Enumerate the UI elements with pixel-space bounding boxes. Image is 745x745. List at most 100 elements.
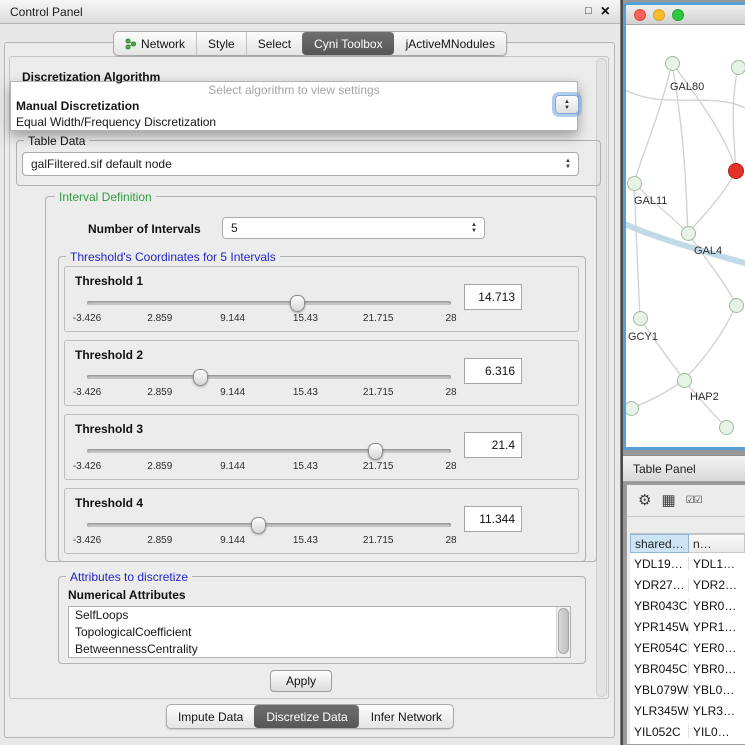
table-cell[interactable]: YPR1… xyxy=(689,620,745,634)
threshold-3-scale: -3.426 2.859 9.144 15.43 21.715 28 xyxy=(87,461,451,473)
table-row[interactable]: YLR345W YLR3… xyxy=(630,700,745,721)
table-toolbar: ⚙ ▦ ☑☑ xyxy=(627,485,745,517)
network-node[interactable] xyxy=(627,176,642,191)
columns-icon[interactable]: ▦ xyxy=(661,493,675,508)
threshold-4-value-field[interactable]: 11.344 xyxy=(464,506,522,532)
slider-thumb[interactable] xyxy=(251,517,266,534)
numerical-attributes-list[interactable]: SelfLoops TopologicalCoefficient Between… xyxy=(68,606,571,658)
network-canvas[interactable]: GAL80 GAL11 GAL4 GCY1 HAP2 xyxy=(626,25,745,447)
apply-button[interactable]: Apply xyxy=(270,670,332,692)
table-cell[interactable]: YIL0… xyxy=(689,725,745,739)
threshold-2-panel: Threshold 2 -3.426 2.859 9.144 15.43 21.… xyxy=(64,340,579,406)
network-window-titlebar xyxy=(626,5,745,25)
thresholds-group-title: Threshold's Coordinates for 5 Intervals xyxy=(66,250,280,264)
table-row[interactable]: YER054C YER0… xyxy=(630,637,745,658)
close-icon[interactable]: × xyxy=(601,5,610,19)
control-panel-tab-bar: Network Style Select Cyni Toolbox jActiv… xyxy=(113,31,507,56)
table-cell[interactable]: YLR345W xyxy=(630,704,689,718)
tab-network[interactable]: Network xyxy=(114,32,196,55)
network-node[interactable] xyxy=(731,60,745,75)
table-cell[interactable]: YER054C xyxy=(630,641,689,655)
threshold-2-value-field[interactable]: 6.316 xyxy=(464,358,522,384)
threshold-4-scale: -3.426 2.859 9.144 15.43 21.715 28 xyxy=(87,535,451,547)
table-row[interactable]: YBR045C YBR0… xyxy=(630,658,745,679)
threshold-3-slider[interactable] xyxy=(87,449,451,453)
table-cell[interactable]: YDR2… xyxy=(689,578,745,592)
control-panel: Control Panel □ × xyxy=(0,0,621,745)
node-table: shared… n… YDL19… YDL1… YDR27… YDR2… YBR… xyxy=(630,533,745,744)
list-scrollbar[interactable] xyxy=(556,607,570,657)
list-item[interactable]: BetweennessCentrality xyxy=(69,641,570,658)
table-cell[interactable]: YBL0… xyxy=(689,683,745,697)
table-data-group-title: Table Data xyxy=(24,134,89,148)
threshold-1-label: Threshold 1 xyxy=(75,274,143,288)
combo-stepper-icon: ▲ ▼ xyxy=(565,158,571,170)
table-cell[interactable]: YLR3… xyxy=(689,704,745,718)
slider-thumb[interactable] xyxy=(368,443,383,460)
table-cell[interactable]: YDR27… xyxy=(630,578,689,592)
node-label-hap2[interactable]: HAP2 xyxy=(690,391,719,403)
node-label-gcy1[interactable]: GCY1 xyxy=(628,331,658,343)
table-cell[interactable]: YBR045C xyxy=(630,662,689,676)
zoom-traffic-light[interactable] xyxy=(672,9,684,21)
tab-select[interactable]: Select xyxy=(246,32,302,55)
select-columns-icon[interactable]: ☑☑ xyxy=(686,493,702,508)
tab-impute-data[interactable]: Impute Data xyxy=(167,705,254,728)
table-row[interactable]: YDL19… YDL1… xyxy=(630,553,745,574)
tab-jactivemnodules[interactable]: jActiveMNodules xyxy=(394,32,506,55)
node-label-gal4[interactable]: GAL4 xyxy=(694,245,722,257)
table-cell[interactable]: YDL19… xyxy=(630,557,689,571)
network-node[interactable] xyxy=(719,420,734,435)
table-cell[interactable]: YIL052C xyxy=(630,725,689,739)
dropdown-option-equal-width-frequency[interactable]: Equal Width/Frequency Discretization xyxy=(11,114,577,130)
network-node[interactable] xyxy=(677,373,692,388)
tick-label: 15.43 xyxy=(293,313,318,324)
gear-icon[interactable]: ⚙ xyxy=(638,493,651,508)
tab-infer-network[interactable]: Infer Network xyxy=(359,705,453,728)
list-item[interactable]: SelfLoops xyxy=(69,607,570,624)
table-row[interactable]: YPR145W YPR1… xyxy=(630,616,745,637)
algorithm-combo-stepper[interactable]: ▲ ▼ xyxy=(555,95,579,114)
threshold-1-value-field[interactable]: 14.713 xyxy=(464,284,522,310)
table-row[interactable]: YBR043C YBR0… xyxy=(630,595,745,616)
close-traffic-light[interactable] xyxy=(634,9,646,21)
network-node[interactable] xyxy=(633,311,648,326)
tick-label: 15.43 xyxy=(293,535,318,546)
table-cell[interactable]: YPR145W xyxy=(630,620,689,634)
tab-style[interactable]: Style xyxy=(196,32,246,55)
table-cell[interactable]: YBR043C xyxy=(630,599,689,613)
table-row[interactable]: YDR27… YDR2… xyxy=(630,574,745,595)
network-node[interactable] xyxy=(665,56,680,71)
table-cell[interactable]: YER0… xyxy=(689,641,745,655)
table-row[interactable]: YBL079W YBL0… xyxy=(630,679,745,700)
table-data-combobox[interactable]: galFiltered.sif default node ▲ ▼ xyxy=(22,152,579,176)
tab-cyni-toolbox[interactable]: Cyni Toolbox xyxy=(302,32,393,55)
minimize-traffic-light[interactable] xyxy=(653,9,665,21)
slider-thumb[interactable] xyxy=(290,295,305,312)
dropdown-option-manual-discretization[interactable]: Manual Discretization xyxy=(11,98,577,114)
table-cell[interactable]: YBR0… xyxy=(689,599,745,613)
threshold-1-slider[interactable] xyxy=(87,301,451,305)
number-of-intervals-label: Number of Intervals xyxy=(84,222,205,236)
tick-label: 15.43 xyxy=(293,461,318,472)
network-node[interactable] xyxy=(681,226,696,241)
network-node[interactable] xyxy=(729,298,744,313)
column-header-name[interactable]: n… xyxy=(689,534,745,553)
node-label-gal80[interactable]: GAL80 xyxy=(670,81,704,93)
column-header-shared-name[interactable]: shared… xyxy=(630,534,689,553)
list-item[interactable]: TopologicalCoefficient xyxy=(69,624,570,641)
float-window-icon[interactable]: □ xyxy=(585,6,592,17)
table-cell[interactable]: YBL079W xyxy=(630,683,689,697)
threshold-3-value-field[interactable]: 21.4 xyxy=(464,432,522,458)
table-cell[interactable]: YBR0… xyxy=(689,662,745,676)
threshold-2-slider[interactable] xyxy=(87,375,451,379)
node-label-gal11[interactable]: GAL11 xyxy=(634,195,667,207)
tab-discretize-data[interactable]: Discretize Data xyxy=(254,705,358,728)
number-of-intervals-combobox[interactable]: 5 ▲ ▼ xyxy=(222,217,485,239)
scrollbar-thumb[interactable] xyxy=(558,608,569,654)
network-node-highlighted[interactable] xyxy=(728,163,744,179)
slider-thumb[interactable] xyxy=(193,369,208,386)
table-cell[interactable]: YDL1… xyxy=(689,557,745,571)
table-row[interactable]: YIL052C YIL0… xyxy=(630,721,745,742)
threshold-4-slider[interactable] xyxy=(87,523,451,527)
